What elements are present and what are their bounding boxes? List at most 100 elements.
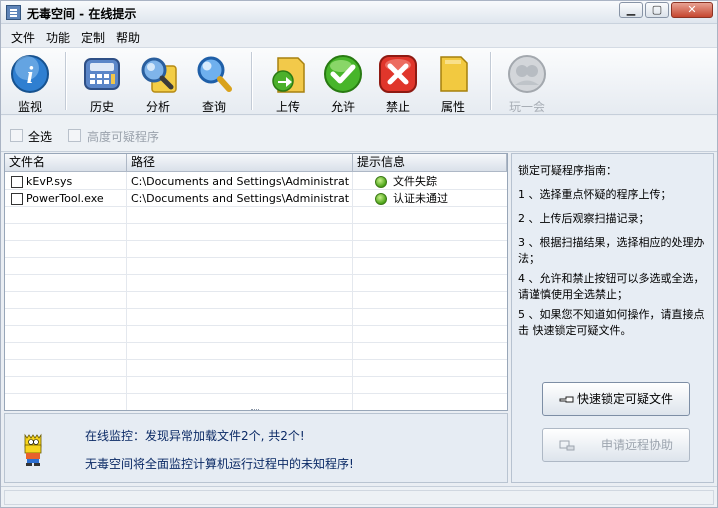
menu-file[interactable]: 文件 xyxy=(11,29,35,46)
analyze-button[interactable]: 分析 xyxy=(132,52,184,114)
remote-help-button[interactable]: 申请远程协助 xyxy=(542,428,690,462)
window-title: 无毒空间 - 在线提示 xyxy=(27,7,137,21)
menu-bar: 文件 功能 定制 帮助 xyxy=(1,25,717,46)
maximize-button[interactable]: ▢ xyxy=(645,2,669,18)
svg-text:i: i xyxy=(27,63,34,89)
upload-label: 上传 xyxy=(275,100,300,114)
forbid-label: 禁止 xyxy=(385,100,410,114)
status-light-icon xyxy=(375,193,387,205)
monitor-status-text: 在线监控：发现异常加载文件2个, 共2个! xyxy=(85,429,305,443)
play-button[interactable]: 玩一会 xyxy=(501,52,553,114)
allow-label: 允许 xyxy=(330,100,355,114)
upload-icon xyxy=(272,57,305,93)
column-path[interactable]: 路径 xyxy=(127,154,353,172)
splitter-grip[interactable] xyxy=(251,409,259,412)
row-status: 认证未通过 xyxy=(393,192,448,205)
title-bar: 无毒空间 - 在线提示 ▁ ▢ ✕ xyxy=(1,1,717,24)
guide-panel: 锁定可疑程序指南： 1 、选择重点怀疑的程序上传； 2 、上传后观察扫描记录； … xyxy=(511,153,714,483)
maximize-icon: ▢ xyxy=(651,3,663,16)
empty-row xyxy=(5,258,507,275)
remote-help-label: 申请远程协助 xyxy=(600,438,673,452)
x-icon xyxy=(379,55,417,93)
highly-suspicious-label: 高度可疑程序 xyxy=(87,130,160,144)
status-bar xyxy=(1,486,717,507)
magnifier-folder-icon xyxy=(141,57,177,93)
forbid-button[interactable]: 禁止 xyxy=(372,52,424,114)
empty-row xyxy=(5,292,507,309)
row-status-cell: 认证未通过 xyxy=(353,190,507,207)
row-filename: kEvP.sys xyxy=(26,175,73,188)
minimize-button[interactable]: ▁ xyxy=(619,2,643,18)
row-status: 文件失踪 xyxy=(393,175,437,188)
guide-step: 4 、允许和禁止按钮可以多选或全选，请谨慎使用全选禁止； xyxy=(518,272,705,301)
guide-step: 3 、根据扫描结果，选择相应的处理办法； xyxy=(518,236,705,265)
row-checkbox[interactable] xyxy=(11,176,23,188)
toolbar-separator xyxy=(65,52,66,110)
toolbar-separator xyxy=(251,52,252,110)
play-label: 玩一会 xyxy=(508,100,545,114)
select-all-label: 全选 xyxy=(28,130,53,144)
empty-row xyxy=(5,207,507,224)
menu-customize[interactable]: 定制 xyxy=(81,29,105,46)
cartoon-mascot-icon xyxy=(24,433,42,466)
menu-function[interactable]: 功能 xyxy=(46,29,70,46)
properties-label: 属性 xyxy=(440,100,465,114)
status-light-icon xyxy=(375,176,387,188)
guide-step: 5 、如果您不知道如何操作，请直接点击 快速锁定可疑文件。 xyxy=(518,308,705,337)
table-row[interactable]: kEvP.sys C:\Documents and Settings\Admin… xyxy=(5,173,507,190)
row-path: C:\Documents and Settings\Administrator\… xyxy=(131,175,349,188)
properties-button[interactable]: 属性 xyxy=(427,52,479,114)
column-filename[interactable]: 文件名 xyxy=(5,154,127,172)
monitor-label: 监视 xyxy=(17,100,42,114)
magnifier-icon xyxy=(197,56,232,92)
menu-help[interactable]: 帮助 xyxy=(116,29,140,46)
empty-row xyxy=(5,326,507,343)
pointing-hand-icon xyxy=(559,396,574,403)
app-window: 无毒空间 - 在线提示 ▁ ▢ ✕ 文件 功能 定制 帮助 i 监视 历史 分析… xyxy=(0,0,718,508)
close-button[interactable]: ✕ xyxy=(671,2,713,18)
close-icon: ✕ xyxy=(687,3,697,16)
row-checkbox[interactable] xyxy=(11,193,23,205)
query-label: 查询 xyxy=(201,100,226,114)
empty-row xyxy=(5,224,507,241)
monitor-panel: 在线监控：发现异常加载文件2个, 共2个! 无毒空间将全面监控计算机运行过程中的… xyxy=(4,413,508,483)
avatar-icon xyxy=(508,55,546,93)
guide-step: 2 、上传后观察扫描记录； xyxy=(518,212,650,225)
quick-lock-button[interactable]: 快速锁定可疑文件 xyxy=(542,382,690,416)
highly-suspicious-checkbox[interactable] xyxy=(68,129,81,142)
monitor-description-text: 无毒空间将全面监控计算机运行过程中的未知程序! xyxy=(85,457,354,471)
allow-button[interactable]: 允许 xyxy=(317,52,369,114)
history-label: 历史 xyxy=(89,100,114,114)
remote-help-icon xyxy=(559,440,575,451)
row-status-cell: 文件失踪 xyxy=(353,173,507,190)
filter-bar: 全选 高度可疑程序 xyxy=(1,116,717,152)
empty-row xyxy=(5,377,507,394)
check-icon xyxy=(324,55,362,93)
empty-row xyxy=(5,275,507,292)
empty-row xyxy=(5,241,507,258)
guide-step: 1 、选择重点怀疑的程序上传； xyxy=(518,188,672,201)
file-list: 文件名 路径 提示信息 kEvP.sys C:\Documents and Se… xyxy=(4,153,508,411)
toolbar: i 监视 历史 分析 查询 上传 允许 禁止 属性 玩一会 xyxy=(1,47,717,115)
document-icon xyxy=(440,56,468,92)
minimize-icon: ▁ xyxy=(626,3,636,16)
empty-row xyxy=(5,343,507,360)
table-row[interactable]: PowerTool.exe C:\Documents and Settings\… xyxy=(5,190,507,207)
history-button[interactable]: 历史 xyxy=(76,52,128,114)
analyze-label: 分析 xyxy=(145,100,170,114)
select-all-checkbox[interactable] xyxy=(10,129,23,142)
info-icon: i xyxy=(11,55,49,93)
calculator-icon xyxy=(84,58,120,90)
query-button[interactable]: 查询 xyxy=(188,52,240,114)
row-path: C:\Documents and Settings\Administrator\… xyxy=(131,192,349,205)
column-message[interactable]: 提示信息 xyxy=(353,154,507,172)
guide-title: 锁定可疑程序指南： xyxy=(518,164,617,177)
monitor-button[interactable]: i 监视 xyxy=(4,52,56,114)
toolbar-separator xyxy=(490,52,491,110)
empty-row xyxy=(5,309,507,326)
app-icon xyxy=(6,5,21,20)
quick-lock-label: 快速锁定可疑文件 xyxy=(576,392,673,406)
row-filename: PowerTool.exe xyxy=(26,192,104,205)
upload-button[interactable]: 上传 xyxy=(262,52,314,114)
empty-row xyxy=(5,360,507,377)
